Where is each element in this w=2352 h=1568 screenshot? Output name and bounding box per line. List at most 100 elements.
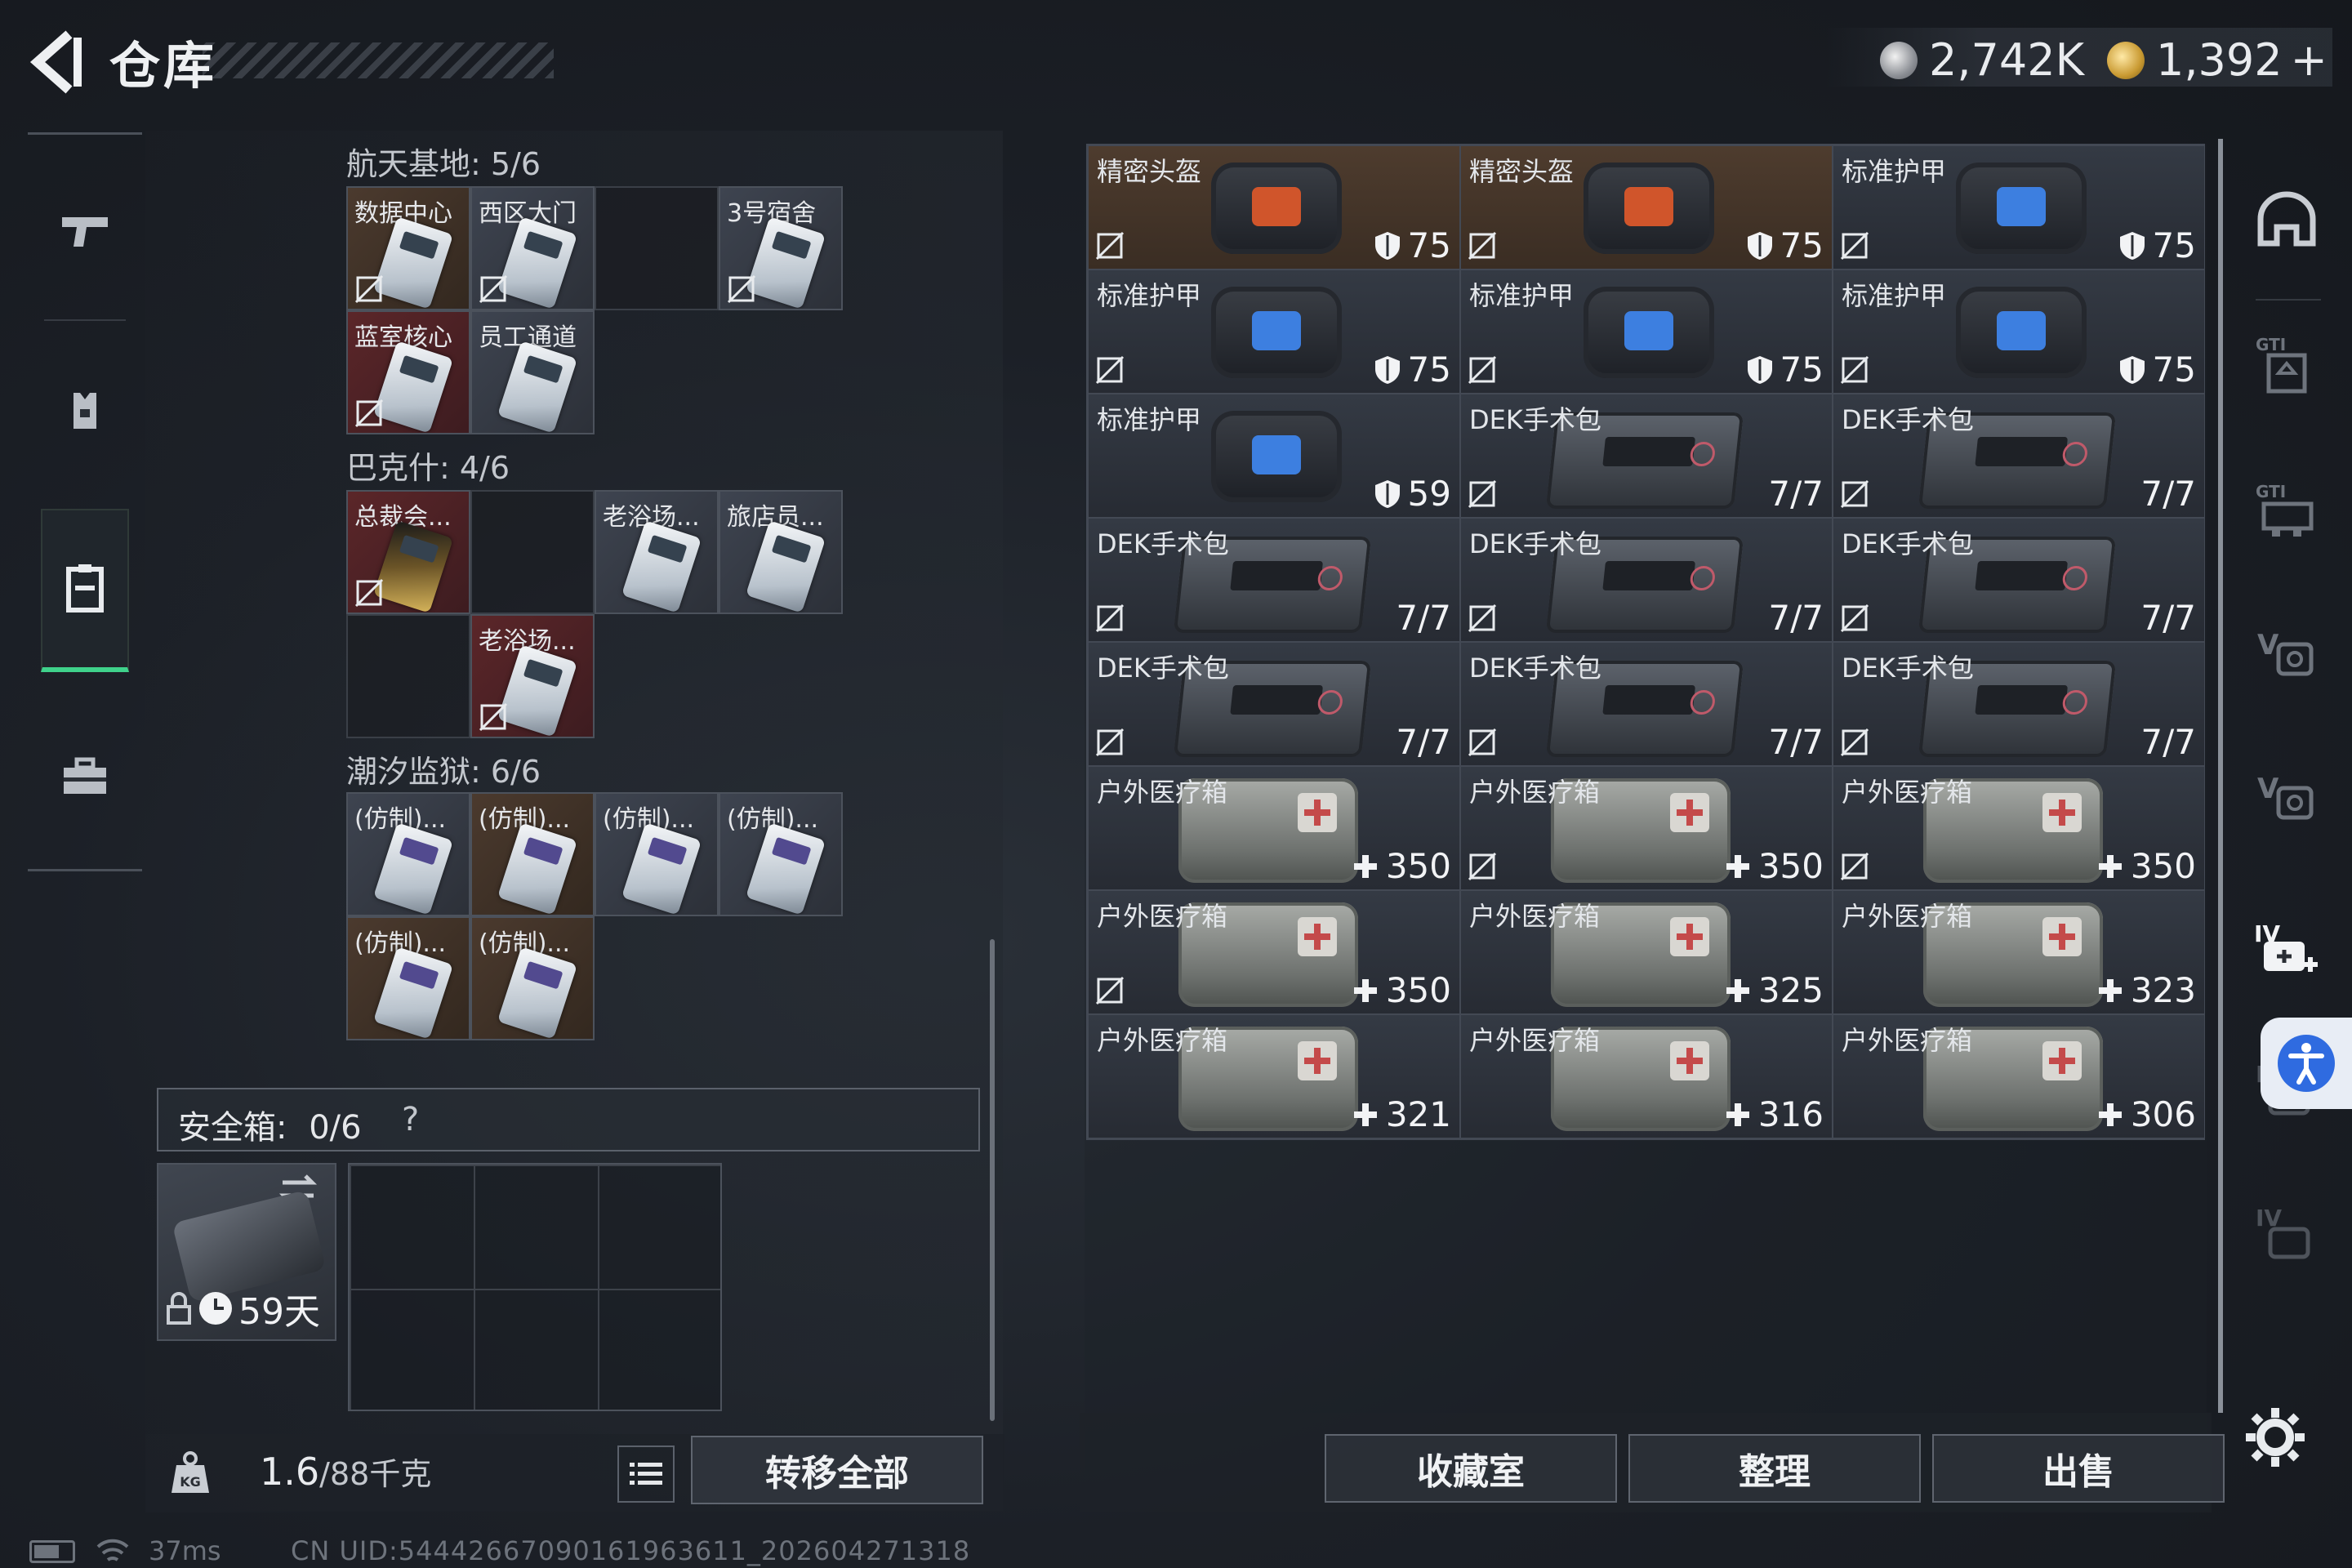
key-card-slot[interactable]: 员工通道 [470, 310, 595, 434]
key-card-slot[interactable]: (仿制)... [346, 792, 470, 916]
inventory-item[interactable]: DEK手术包 7/7 [1460, 518, 1833, 642]
key-card-slot[interactable]: 3号宿舍 [719, 186, 843, 310]
inventory-item[interactable]: 标准护甲 75 [1460, 270, 1833, 394]
wifi-icon [96, 1539, 129, 1561]
inventory-item[interactable]: 户外医疗箱 350 [1833, 766, 2205, 890]
durability-shield-icon [1374, 479, 1400, 508]
backpack-icon: V [2257, 773, 2314, 820]
inventory-item[interactable]: DEK手术包 7/7 [1833, 394, 2205, 518]
no-bind-icon [1095, 976, 1125, 1005]
item-name: 户外医疗箱 [1842, 901, 1973, 932]
no-bind-icon [1840, 604, 1869, 633]
bakesh-key-grid: 总裁会... 老浴场... 旅店员... 老浴场... [346, 490, 843, 738]
transfer-all-button[interactable]: 转移全部 [691, 1436, 983, 1504]
list-view-button[interactable] [617, 1446, 675, 1503]
backpack-plus-icon: IV [2254, 920, 2318, 972]
key-card-slot[interactable]: 西区大门 [470, 186, 595, 310]
inventory-item[interactable]: 标准护甲 75 [1088, 270, 1460, 394]
key-card-slot[interactable]: (仿制)... [346, 916, 470, 1040]
keycard-icon [372, 822, 454, 915]
safe-box-container[interactable]: 59天 [157, 1163, 336, 1341]
inventory-item[interactable]: 户外医疗箱 316 [1460, 1014, 1833, 1138]
nav-cases[interactable] [41, 695, 129, 858]
inventory-item[interactable]: 标准护甲 75 [1833, 145, 2205, 270]
accessibility-button[interactable] [2261, 1018, 2352, 1109]
nav-storage[interactable] [41, 509, 129, 672]
top-bar: 仓库 2,742K 1,392 + [0, 0, 2352, 122]
nav-weapons[interactable] [41, 149, 129, 313]
empty-slot[interactable] [595, 186, 719, 310]
item-value-text: 7/7 [1396, 598, 1451, 638]
empty-slot[interactable] [346, 614, 470, 738]
key-card-slot[interactable]: (仿制)... [719, 792, 843, 916]
inventory-item[interactable]: 户外医疗箱 350 [1088, 766, 1460, 890]
keycard-icon [372, 216, 454, 309]
inventory-item[interactable]: DEK手术包 7/7 [1088, 518, 1460, 642]
inventory-item[interactable]: 标准护甲 59 [1088, 394, 1460, 518]
inventory-item[interactable]: 户外医疗箱 321 [1088, 1014, 1460, 1138]
stash-scrollbar[interactable] [990, 939, 995, 1421]
inventory-item[interactable]: DEK手术包 7/7 [1833, 642, 2205, 766]
inventory-item[interactable]: DEK手术包 7/7 [1088, 642, 1460, 766]
rail-chest-rig[interactable]: GTI [2239, 466, 2334, 555]
rail-armor-slot[interactable]: GTI [2239, 318, 2334, 408]
rail-backpack-5b[interactable]: V [2239, 753, 2334, 843]
kit-label-plate [1975, 685, 2069, 715]
rail-backpack-5[interactable]: V [2239, 609, 2334, 699]
inventory-item[interactable]: DEK手术包 7/7 [1460, 642, 1833, 766]
safe-box-grid[interactable] [348, 1163, 722, 1411]
title-decoration [203, 42, 554, 78]
inventory-item[interactable]: DEK手术包 7/7 [1460, 394, 1833, 518]
organize-button[interactable]: 整理 [1628, 1434, 1921, 1503]
vest-icon [74, 393, 96, 429]
inventory-item[interactable]: 户外医疗箱 323 [1833, 890, 2205, 1014]
key-card-slot[interactable]: 老浴场... [595, 490, 719, 614]
item-name: 标准护甲 [1469, 280, 1575, 311]
key-card-slot[interactable]: (仿制)... [470, 792, 595, 916]
key-card-slot[interactable]: (仿制)... [595, 792, 719, 916]
nav-equipment[interactable] [41, 329, 129, 492]
key-card-slot[interactable]: (仿制)... [470, 916, 595, 1040]
key-card-slot[interactable]: 总裁会... [346, 490, 470, 614]
container-rail: GTI GTI V V IV IV IV [2218, 139, 2341, 1413]
item-value-text: 321 [1385, 1094, 1451, 1134]
accessibility-icon [2278, 1035, 2335, 1092]
help-icon[interactable]: ? [402, 1101, 419, 1138]
item-name: DEK手术包 [1842, 404, 1974, 435]
key-card-slot[interactable]: 蓝室核心 [346, 310, 470, 434]
durability-shield-icon [1747, 231, 1772, 260]
key-card-slot[interactable]: 老浴场... [470, 614, 595, 738]
empty-slot[interactable] [470, 490, 595, 614]
medical-cross-icon [2042, 917, 2082, 956]
rail-backpack-4-active[interactable]: IV [2239, 905, 2334, 995]
collection-room-button[interactable]: 收藏室 [1325, 1434, 1617, 1503]
settings-gear-icon[interactable] [2244, 1406, 2306, 1468]
item-value: 75 [1374, 225, 1451, 265]
inventory-item[interactable]: DEK手术包 7/7 [1833, 518, 2205, 642]
back-arrow-icon[interactable] [23, 29, 88, 95]
inventory-item[interactable]: 户外医疗箱 325 [1460, 890, 1833, 1014]
key-card-slot[interactable]: 数据中心 [346, 186, 470, 310]
gold-currency[interactable]: 1,392 + [2107, 34, 2328, 86]
system-status-bar: 37ms CN UID:54442667090161963611_2026042… [0, 1529, 2352, 1568]
key-card-slot[interactable]: 旅店员... [719, 490, 843, 614]
inventory-item[interactable]: 户外医疗箱 350 [1088, 890, 1460, 1014]
inventory-item[interactable]: 精密头盔 75 [1088, 145, 1460, 270]
item-value: 75 [1746, 225, 1824, 265]
heal-plus-icon [1726, 978, 1749, 1002]
rail-helmet[interactable] [2239, 175, 2334, 265]
sell-button[interactable]: 出售 [1932, 1434, 2225, 1503]
no-bind-icon [1468, 479, 1497, 509]
heal-plus-icon [1726, 854, 1749, 878]
inventory-item[interactable]: 标准护甲 75 [1833, 270, 2205, 394]
inventory-item[interactable]: 户外医疗箱 306 [1833, 1014, 2205, 1138]
add-currency-button[interactable]: + [2291, 34, 2328, 86]
armor-image [1584, 287, 1714, 378]
no-bind-icon [1840, 231, 1869, 261]
item-value: 75 [2118, 225, 2196, 265]
rail-backpack-4c[interactable]: IV [2239, 1189, 2334, 1279]
inventory-item[interactable]: 精密头盔 75 [1460, 145, 1833, 270]
keycard-icon [497, 216, 578, 309]
armor-image [1956, 287, 2087, 378]
inventory-item[interactable]: 户外医疗箱 350 [1460, 766, 1833, 890]
